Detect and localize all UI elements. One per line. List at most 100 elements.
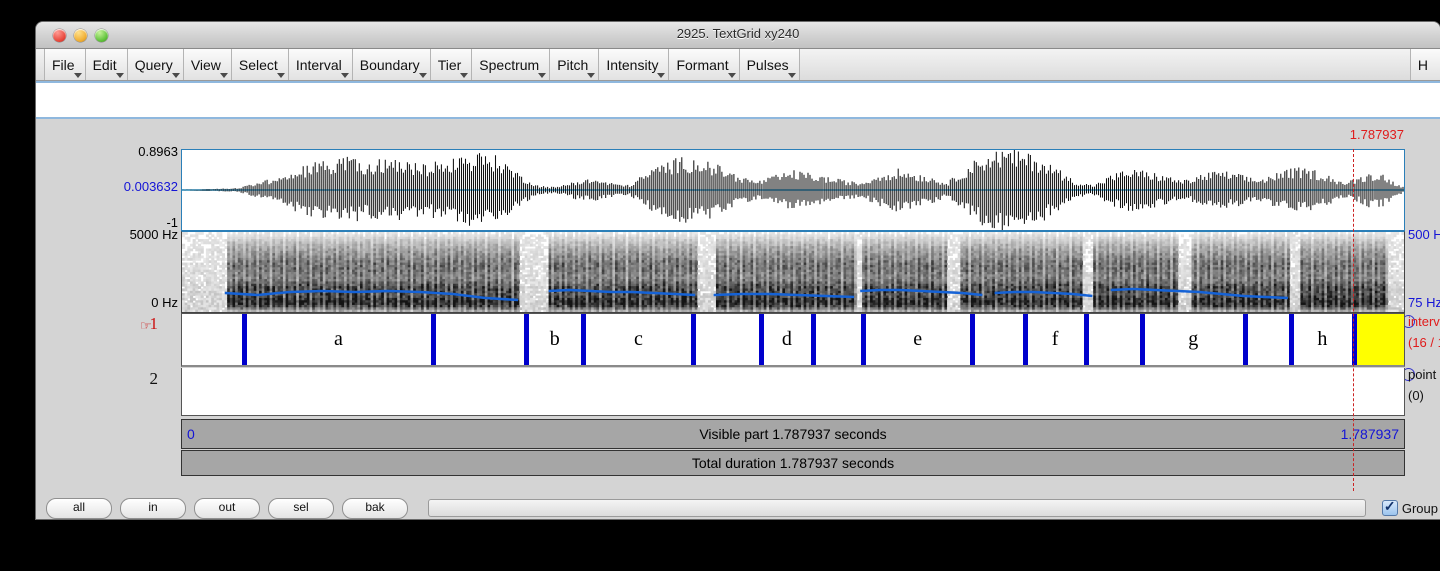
spectrogram-min-label: 0 Hz <box>151 295 178 310</box>
waveform-plot <box>182 150 1404 230</box>
interval-boundary[interactable] <box>758 314 764 365</box>
menu-interval-label: Interval <box>295 56 342 73</box>
chevron-down-icon <box>727 73 736 78</box>
chevron-down-icon <box>418 73 427 78</box>
menu-interval[interactable]: Interval <box>287 49 353 80</box>
chevron-down-icon <box>219 73 228 78</box>
menu-boundary-label: Boundary <box>359 56 420 73</box>
menu-help-label: H <box>1417 56 1428 73</box>
waveform-zero-label: 0.003632 <box>123 179 178 194</box>
visible-part-text: Visible part 1.787937 seconds <box>699 426 887 442</box>
selected-interval[interactable] <box>1353 314 1404 365</box>
pitch-min-label: 75 Hz <box>1408 295 1440 310</box>
interval-boundary[interactable] <box>1288 314 1294 365</box>
interval-boundary[interactable] <box>1022 314 1028 365</box>
window-title: 2925. TextGrid xy240 <box>676 26 800 41</box>
interval-boundary[interactable] <box>241 314 247 365</box>
screen: 2925. TextGrid xy240 File Edit Query Vie… <box>0 0 1440 571</box>
chevron-down-icon <box>538 73 547 78</box>
left-axis-labels: 0.8963 0.003632 -1 5000 Hz 0 Hz ☞ 1 2 <box>36 119 178 491</box>
chevron-down-icon <box>340 73 349 78</box>
total-duration-bar[interactable]: Total duration 1.787937 seconds <box>181 450 1405 476</box>
cursor-line <box>1352 149 1355 491</box>
menu-tier[interactable]: Tier <box>429 49 473 80</box>
menu-view[interactable]: View <box>182 49 232 80</box>
menu-pulses[interactable]: Pulses <box>738 49 800 80</box>
interval-boundary[interactable] <box>523 314 529 365</box>
menu-formant[interactable]: Formant <box>668 49 740 80</box>
zoom-out-button[interactable]: out <box>194 497 260 519</box>
zoom-all-button[interactable]: all <box>46 497 112 519</box>
point-count-label: (0) <box>1408 388 1424 403</box>
tier-2-number[interactable]: 2 <box>150 369 159 389</box>
visible-part-bar[interactable]: 0 Visible part 1.787937 seconds 1.787937 <box>181 419 1405 449</box>
interval-label: a <box>333 328 343 350</box>
waveform-panel[interactable] <box>181 149 1405 231</box>
spectrogram-max-label: 5000 Hz <box>129 227 178 242</box>
chevron-down-icon <box>460 73 469 78</box>
horizontal-scrollbar[interactable] <box>428 499 1366 517</box>
menu-select[interactable]: Select <box>230 49 289 80</box>
chevron-down-icon <box>587 73 596 78</box>
menu-edit[interactable]: Edit <box>84 49 128 80</box>
menu-help[interactable]: H <box>1409 49 1440 80</box>
menu-file-label: File <box>52 56 75 73</box>
interval-text-field[interactable] <box>36 81 1440 119</box>
zoom-back-button[interactable]: bak <box>342 497 408 519</box>
chevron-down-icon <box>657 73 666 78</box>
interval-label: c <box>633 328 643 350</box>
interval-boundary[interactable] <box>1083 314 1089 365</box>
chevron-down-icon <box>276 73 285 78</box>
group-toggle[interactable]: Group <box>1381 498 1440 516</box>
interval-boundary[interactable] <box>861 314 867 365</box>
bottom-toolbar: all in out sel bak Group <box>36 491 1440 519</box>
interval-boundary[interactable] <box>431 314 437 365</box>
interval-label: g <box>1188 328 1199 350</box>
interval-boundary[interactable] <box>1139 314 1145 365</box>
menu-intensity[interactable]: Intensity <box>598 49 670 80</box>
interval-label: e <box>913 328 923 350</box>
editor-body: 1.787937 0.8963 0.003632 -1 5000 Hz 0 Hz… <box>36 119 1440 491</box>
spectrogram-panel[interactable] <box>181 231 1405 313</box>
interval-boundary[interactable] <box>581 314 587 365</box>
menu-file[interactable]: File <box>44 49 86 80</box>
group-checkbox[interactable] <box>1381 498 1398 516</box>
menu-boundary[interactable]: Boundary <box>351 49 431 80</box>
menu-select-label: Select <box>238 56 278 73</box>
visible-end-time: 1.787937 <box>1340 426 1399 442</box>
interval-count-label: (16 / 16) <box>1408 335 1440 350</box>
interval-boundary[interactable] <box>691 314 697 365</box>
interval-tier-1[interactable]: a b c d e f g h <box>181 313 1405 367</box>
zoom-in-button[interactable]: in <box>120 497 186 519</box>
menu-edit-label: Edit <box>92 56 117 73</box>
menu-pitch[interactable]: Pitch <box>549 49 600 80</box>
menu-formant-label: Formant <box>676 56 729 73</box>
menu-query[interactable]: Query <box>126 49 184 80</box>
menu-bar: File Edit Query View Select Interval Bou… <box>36 49 1440 81</box>
menu-spectrum-label: Spectrum <box>479 56 540 73</box>
zoom-sel-button[interactable]: sel <box>268 497 334 519</box>
menu-intensity-label: Intensity <box>606 56 659 73</box>
menu-query-label: Query <box>134 56 173 73</box>
menu-view-label: View <box>190 56 221 73</box>
point-tier-label: point <box>1408 367 1437 382</box>
selection-end-time: 1.787937 <box>1349 127 1404 142</box>
interval-boundary[interactable] <box>970 314 976 365</box>
menu-tier-label: Tier <box>437 56 462 73</box>
group-label: Group <box>1401 500 1438 516</box>
tier-1-number[interactable]: 1 <box>150 314 159 334</box>
right-axis-labels: 500 Hz 75 Hz interval (16 / 16) point (0… <box>1402 119 1440 491</box>
pitch-max-label: 500 Hz <box>1408 227 1440 242</box>
point-tier-2[interactable] <box>181 368 1405 416</box>
interval-boundary[interactable] <box>811 314 817 365</box>
menu-pulses-label: Pulses <box>746 56 789 73</box>
interval-boundary[interactable] <box>1242 314 1248 365</box>
menu-pitch-label: Pitch <box>557 56 589 73</box>
interval-label: h <box>1317 328 1328 350</box>
interval-label: d <box>781 328 792 350</box>
menu-spacer <box>799 49 1410 80</box>
menu-spectrum[interactable]: Spectrum <box>471 49 551 80</box>
chevron-down-icon <box>73 73 82 78</box>
interval-label: b <box>549 328 560 350</box>
spectrogram-plot <box>182 232 1404 312</box>
